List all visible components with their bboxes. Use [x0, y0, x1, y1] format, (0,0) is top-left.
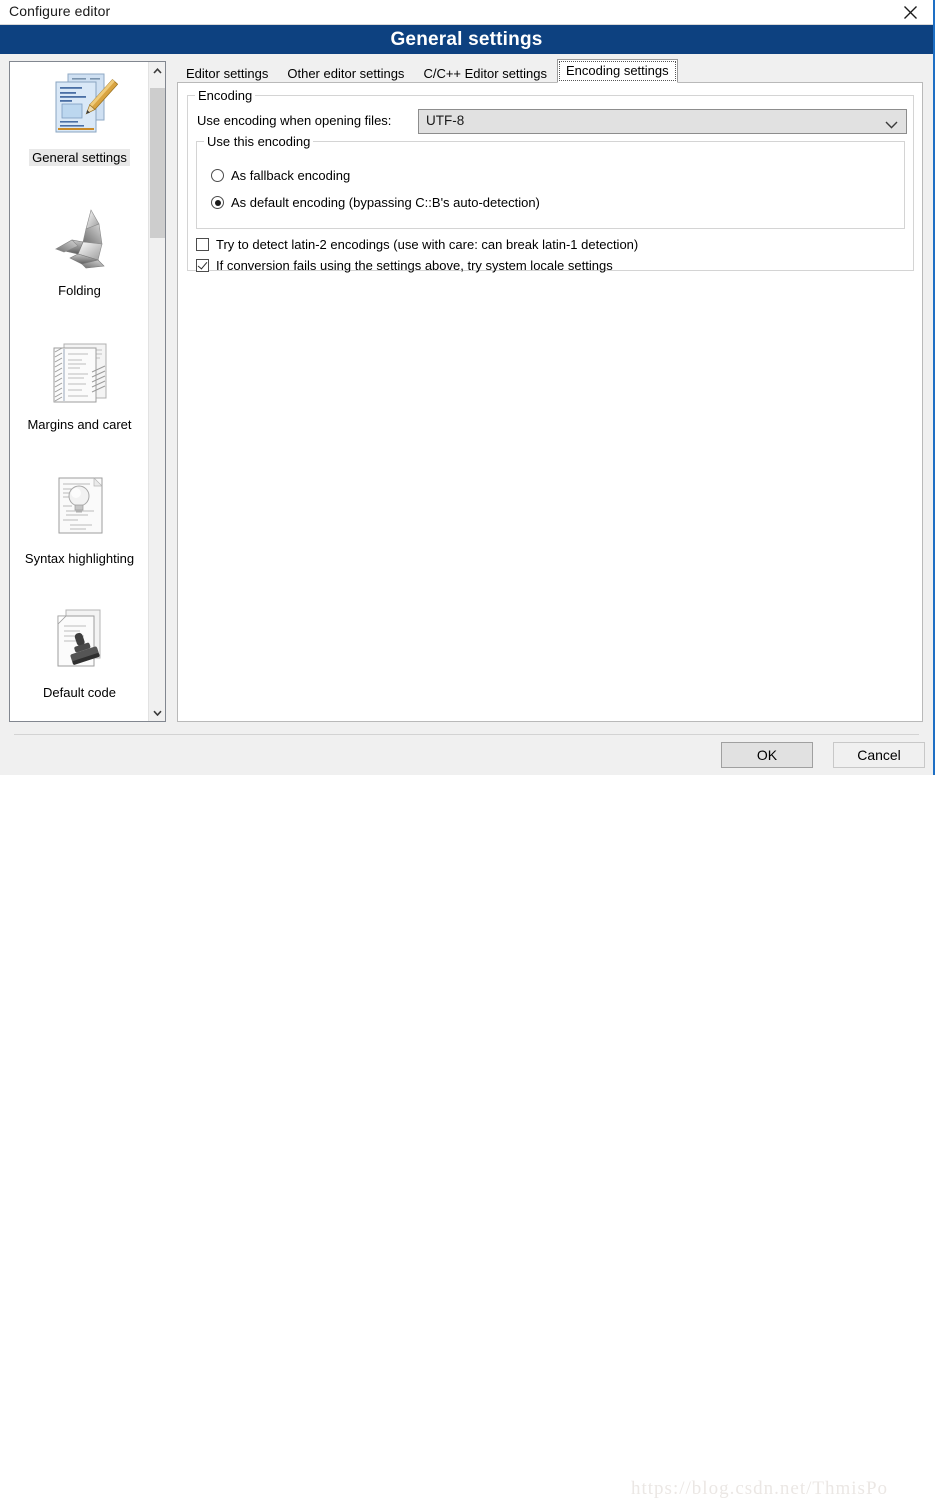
radio-label: As default encoding (bypassing C::B's au… [231, 195, 540, 210]
checkbox-icon-checked [196, 259, 209, 272]
ok-button[interactable]: OK [721, 742, 813, 768]
sidebar-item-label: Margins and caret [27, 417, 132, 432]
sidebar-item-default-code[interactable]: Default code [10, 604, 149, 700]
document-lightbulb-icon [42, 470, 118, 546]
settings-category-sidebar: General settings Folding Margins and car… [9, 61, 166, 722]
encoding-group-title: Encoding [195, 88, 256, 103]
encoding-select[interactable]: UTF-8 [418, 109, 907, 134]
tab-page-encoding-settings: Encoding Use encoding when opening files… [177, 82, 923, 722]
settings-category-list: General settings Folding Margins and car… [10, 62, 149, 721]
tab-other-editor-settings[interactable]: Other editor settings [278, 63, 414, 83]
use-encoding-label: Use encoding when opening files: [197, 113, 392, 128]
sidebar-item-general-settings[interactable]: General settings [10, 68, 149, 166]
use-this-encoding-group: Use this encoding As fallback encoding A… [196, 134, 905, 229]
radio-as-fallback-encoding[interactable]: As fallback encoding [211, 168, 350, 183]
code-document-pencil-icon [42, 68, 118, 144]
sidebar-item-folding[interactable]: Folding [10, 202, 149, 298]
sidebar-item-margins-and-caret[interactable]: Margins and caret [10, 336, 149, 432]
lined-document-stack-icon [42, 336, 118, 412]
use-this-encoding-title: Use this encoding [204, 134, 314, 149]
window-title: Configure editor [9, 3, 111, 19]
checkbox-icon [196, 238, 209, 251]
cancel-button[interactable]: Cancel [833, 742, 925, 768]
origami-paper-crane-icon [42, 202, 118, 278]
document-rubber-stamp-icon [42, 604, 118, 680]
settings-panel: Editor settings Other editor settings C/… [177, 59, 923, 722]
tab-editor-settings[interactable]: Editor settings [177, 63, 278, 83]
page-header: General settings [0, 25, 933, 54]
footer-divider [14, 734, 919, 735]
radio-label: As fallback encoding [231, 168, 351, 183]
tab-encoding-settings[interactable]: Encoding settings [557, 59, 678, 83]
tab-strip: Editor settings Other editor settings C/… [177, 59, 678, 83]
chevron-down-icon [885, 117, 898, 132]
close-icon[interactable] [887, 0, 933, 24]
chevron-down-icon[interactable] [149, 704, 165, 721]
dialog-footer: https://blog.csdn.net/ThmisPo OK Cancel [0, 734, 933, 1499]
checkbox-system-locale-fallback[interactable]: If conversion fails using the settings a… [196, 258, 613, 273]
sidebar-item-syntax-highlighting[interactable]: Syntax highlighting [10, 470, 149, 566]
dialog-body: General settings Folding Margins and car… [0, 54, 933, 734]
page-title: General settings [390, 28, 543, 50]
sidebar-scrollbar[interactable] [148, 62, 165, 721]
sidebar-scrollbar-thumb[interactable] [150, 88, 165, 238]
configure-editor-window: Configure editor General settings Genera… [0, 0, 935, 1499]
checkbox-detect-latin2[interactable]: Try to detect latin-2 encodings (use wit… [196, 237, 638, 252]
encoding-select-value: UTF-8 [426, 113, 465, 128]
radio-as-default-encoding[interactable]: As default encoding (bypassing C::B's au… [211, 195, 540, 210]
checkbox-label: If conversion fails using the settings a… [216, 258, 613, 273]
encoding-group: Encoding Use encoding when opening files… [187, 88, 914, 273]
title-bar: Configure editor [0, 0, 933, 25]
radio-icon [211, 169, 224, 182]
sidebar-item-label: General settings [29, 149, 130, 166]
checkbox-label: Try to detect latin-2 encodings (use wit… [216, 237, 639, 252]
radio-icon-selected [211, 196, 224, 209]
sidebar-item-label: Folding [58, 283, 101, 298]
tab-cpp-editor-settings[interactable]: C/C++ Editor settings [414, 63, 556, 83]
sidebar-item-label: Default code [43, 685, 116, 700]
chevron-up-icon[interactable] [149, 62, 165, 79]
sidebar-item-label: Syntax highlighting [24, 551, 135, 566]
watermark-text: https://blog.csdn.net/ThmisPo [631, 1478, 889, 1499]
